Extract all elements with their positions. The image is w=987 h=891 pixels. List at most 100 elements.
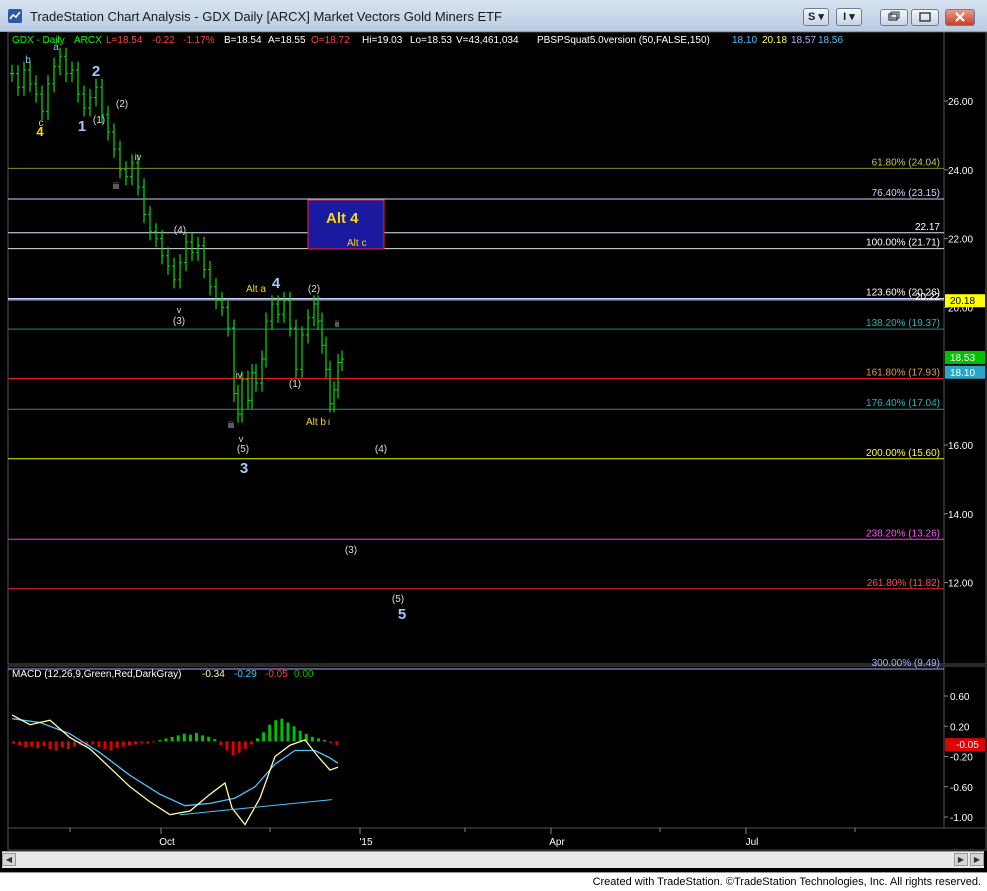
macd-hist-bar — [317, 738, 320, 742]
wave-label: b — [25, 55, 31, 66]
fib-label: 261.80% (11.82) — [867, 578, 940, 589]
scroll-left-arrow[interactable]: ◀ — [2, 853, 16, 866]
macd-hist-bar — [73, 741, 76, 747]
date-tick-label: Oct — [159, 837, 175, 848]
hdr-sv4: 18.56 — [818, 35, 843, 46]
fib-label: 138.20% (19.37) — [866, 318, 940, 329]
macd-hist-bar — [164, 738, 168, 742]
macd-hist-bar — [115, 741, 119, 749]
macd-hist-bar — [182, 733, 186, 742]
fib-label: 176.40% (17.04) — [866, 398, 940, 409]
macd-hist-bar — [207, 736, 211, 742]
i-label: I — [843, 11, 847, 23]
wave-label: Alt a — [246, 284, 266, 295]
macd-hist-bar — [24, 741, 28, 748]
scroll-right-arrow[interactable]: ▶ — [954, 853, 968, 866]
macd-hist-bar — [18, 741, 22, 746]
macd-hist-bar — [170, 736, 174, 742]
wave-label: (3) — [173, 316, 185, 327]
restore-down-button[interactable] — [880, 9, 908, 26]
fib-label: 20.22 — [915, 292, 940, 303]
date-tick-label: '15 — [359, 837, 372, 848]
alt4-box: Alt 4 Alt c — [307, 199, 385, 250]
macd-tag-label: -0.05 — [956, 740, 979, 751]
price-tag-label: 18.53 — [950, 353, 975, 364]
price-tick-label: 12.00 — [948, 579, 973, 590]
alt4-sub: Alt c — [347, 238, 366, 249]
hdr-study: PBSPSquat5.0version (50,FALSE,150) — [537, 35, 710, 46]
wave-label: 4 — [272, 275, 281, 292]
macd-tick-label: 0.60 — [950, 692, 970, 703]
macd-hist-bar — [158, 739, 162, 742]
macd-hist-bar — [195, 733, 198, 742]
hdr-sv3: 18.57 — [791, 35, 816, 46]
maximize-button[interactable] — [911, 9, 939, 26]
macd-hist-bar — [54, 741, 58, 751]
restore-icon — [888, 11, 900, 21]
macd-hist-bar — [286, 722, 290, 742]
wave-label: 2 — [92, 63, 100, 80]
wave-label: Alt b — [306, 417, 326, 428]
macd-label: MACD (12,26,9,Green,Red,DarkGray) — [12, 669, 182, 680]
hdr-bid: B=18.54 — [224, 35, 262, 46]
hdr-change: -0.22 — [152, 35, 175, 46]
i-dropdown-button[interactable]: I ▾ — [836, 8, 862, 26]
macd-hist-bar — [140, 741, 144, 743]
s-dropdown-button[interactable]: S ▾ — [803, 8, 829, 26]
price-axis-frame — [943, 32, 987, 665]
macd-layer — [11, 714, 339, 826]
macd-hist-bar — [66, 741, 70, 749]
fib-label: 238.20% (13.26) — [866, 528, 940, 539]
macd-v3: -0.05 — [265, 669, 288, 680]
close-icon — [955, 12, 965, 22]
price-axis-layer: 26.0024.0022.0020.0016.0014.0012.0020.18… — [944, 97, 985, 590]
wave-labels-layer: 4cba12(1)(2)iiiiv(4)v(3)Alt a 4 (2)iiiv(1)… — [25, 42, 406, 623]
wave-label: iii — [113, 181, 119, 191]
macd-hist-bar — [323, 739, 327, 742]
macd-hist-bar — [335, 741, 339, 746]
hdr-volume: V=43,461,034 — [456, 35, 519, 46]
wave-label: ii — [335, 319, 339, 329]
hdr-sv1: 18.10 — [732, 35, 757, 46]
wave-label: v — [177, 305, 182, 315]
maximize-icon — [919, 12, 931, 22]
hdr-pct: -1.17% — [183, 35, 215, 46]
macd-hist-bar — [48, 741, 52, 749]
macd-hist-bar — [262, 732, 266, 742]
macd-hist-bar — [121, 741, 125, 747]
wave-label: 1 — [78, 118, 86, 135]
scroll-end-button[interactable]: ▶ — [970, 853, 984, 866]
wave-label: iii — [228, 420, 234, 430]
macd-trendline — [179, 799, 333, 816]
macd-hist-bar — [36, 741, 40, 749]
macd-hist-bar — [243, 741, 247, 749]
fib-label: 61.80% (24.04) — [872, 157, 940, 168]
wave-label: iv — [236, 370, 243, 380]
hdr-high: Hi=19.03 — [362, 35, 403, 46]
fib-label: 200.00% (15.60) — [866, 448, 940, 459]
macd-hist-bar — [225, 741, 229, 751]
wave-label: (3) — [345, 545, 357, 556]
hdr-last: L=18.54 — [106, 35, 143, 46]
macd-hist-bar — [146, 741, 150, 744]
tradestation-app-icon — [8, 9, 22, 23]
chart-area[interactable]: GDX - Daily ARCX L=18.54 -0.22 -1.17% B=… — [0, 32, 987, 872]
chart-svg[interactable]: GDX - Daily ARCX L=18.54 -0.22 -1.17% B=… — [0, 32, 987, 872]
date-axis-layer: Oct '15 Apr Jul — [69, 828, 856, 848]
horizontal-scrollbar[interactable]: ◀ ▶ ▶ — [2, 851, 984, 868]
window-title: TradeStation Chart Analysis - GDX Daily … — [30, 9, 502, 24]
macd-tick-label: -0.60 — [950, 783, 973, 794]
wave-label: a — [53, 42, 59, 53]
macd-hist-bar — [201, 735, 205, 742]
fib-label: 22.17 — [915, 222, 940, 233]
close-button[interactable] — [945, 9, 975, 26]
macd-tick-label: 0.20 — [950, 722, 970, 733]
fib-label: 300.00% (9.49) — [872, 658, 940, 669]
fib-label: 161.80% (17.93) — [866, 368, 940, 379]
price-tag-label: 20.18 — [950, 296, 975, 307]
macd-hist-bar — [219, 741, 223, 746]
wave-label: (4) — [174, 225, 186, 236]
macd-hist-bar — [152, 741, 156, 743]
macd-v2: -0.29 — [234, 669, 257, 680]
macd-hist-bar — [274, 720, 278, 742]
